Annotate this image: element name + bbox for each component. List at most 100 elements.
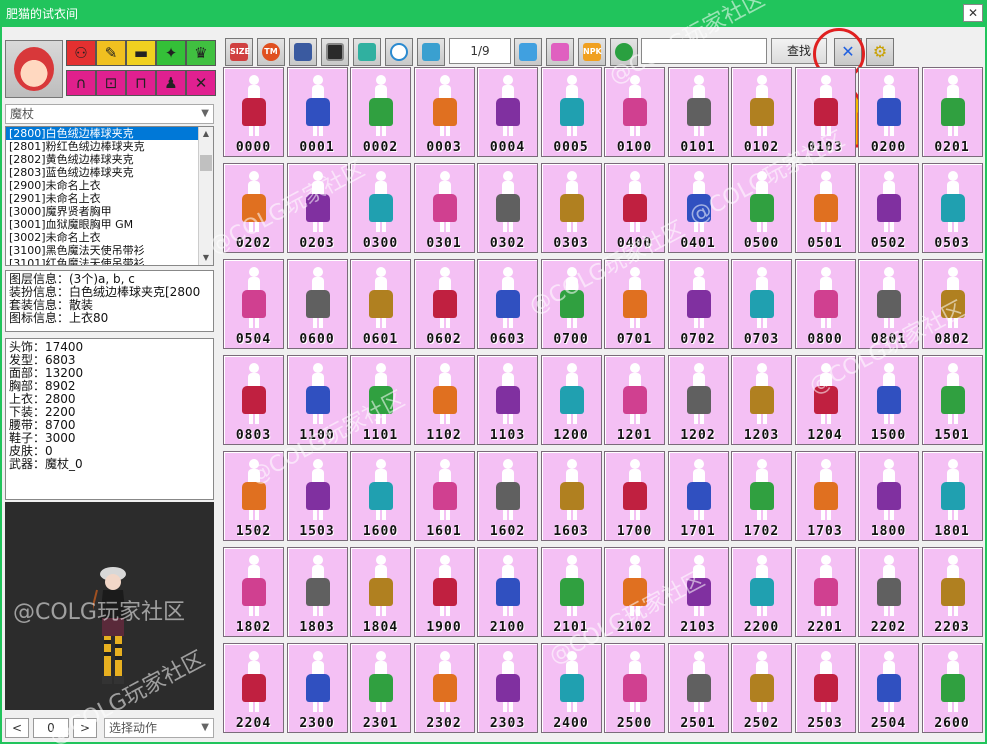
part-button-pants[interactable]: ∩ — [66, 70, 96, 96]
item-cell[interactable]: 1801 — [921, 451, 983, 541]
copy-button[interactable] — [289, 38, 317, 66]
frame-button[interactable] — [321, 38, 349, 66]
list-item[interactable]: [3100]黑色魔法天使吊带衫 — [6, 244, 213, 257]
item-list[interactable]: [2800]白色绒边棒球夹克 [2801]粉红色绒边棒球夹克 [2802]黄色绒边棒… — [5, 126, 214, 266]
item-cell[interactable]: 2400 — [540, 643, 602, 733]
item-cell[interactable]: 0004 — [477, 67, 538, 157]
item-cell[interactable]: 0500 — [731, 163, 792, 253]
item-cell[interactable]: 0502 — [858, 163, 919, 253]
item-cell[interactable]: 0802 — [921, 259, 983, 349]
list-item[interactable]: [3002]未命名上衣 — [6, 231, 213, 244]
item-cell[interactable]: 2600 — [921, 643, 983, 733]
export-button[interactable] — [417, 38, 445, 66]
settings-button[interactable]: ⚙ — [866, 38, 894, 66]
item-cell[interactable]: 2300 — [286, 643, 348, 733]
item-cell[interactable]: 2101 — [540, 547, 602, 637]
item-cell[interactable]: 1602 — [477, 451, 538, 541]
list-item[interactable]: [3101]红色魔法天使吊带衫 — [6, 257, 213, 265]
action-select[interactable]: 选择动作 ▼ — [104, 718, 214, 738]
part-button-weapon[interactable]: ✕ — [186, 70, 216, 96]
item-cell[interactable]: 1803 — [286, 547, 348, 637]
item-cell[interactable]: 0303 — [540, 163, 602, 253]
item-cell[interactable]: 0800 — [794, 259, 856, 349]
item-cell[interactable]: 0702 — [667, 259, 729, 349]
page-indicator[interactable]: 1/9 — [449, 38, 511, 64]
scroll-up-icon[interactable]: ▲ — [199, 127, 213, 141]
item-cell[interactable]: 0400 — [604, 163, 665, 253]
npk-button[interactable]: NPK — [578, 38, 606, 66]
item-cell[interactable]: 1600 — [350, 451, 411, 541]
item-cell[interactable]: 1204 — [794, 355, 856, 445]
part-button-skin[interactable]: ♟ — [156, 70, 186, 96]
list-item[interactable]: [2802]黄色绒边棒球夹克 — [6, 153, 213, 166]
item-cell[interactable]: 2103 — [667, 547, 729, 637]
item-cell[interactable]: 2200 — [731, 547, 792, 637]
item-cell[interactable]: 1702 — [731, 451, 792, 541]
item-cell[interactable]: 1501 — [921, 355, 983, 445]
close-button[interactable]: ✕ — [963, 4, 983, 22]
item-cell[interactable]: 0603 — [477, 259, 538, 349]
item-cell[interactable]: 1802 — [223, 547, 284, 637]
search-input[interactable] — [641, 38, 767, 64]
item-cell[interactable]: 2100 — [477, 547, 538, 637]
item-cell[interactable]: 2203 — [921, 547, 983, 637]
item-cell[interactable]: 0701 — [604, 259, 665, 349]
item-cell[interactable]: 0302 — [477, 163, 538, 253]
part-button-coat[interactable]: ♛ — [186, 40, 216, 66]
item-cell[interactable]: 0005 — [540, 67, 602, 157]
item-cell[interactable]: 1703 — [794, 451, 856, 541]
item-cell[interactable]: 2500 — [604, 643, 665, 733]
character-select-button[interactable] — [5, 40, 63, 98]
item-cell[interactable]: 1900 — [413, 547, 475, 637]
list-item[interactable]: [2800]白色绒边棒球夹克 — [6, 127, 200, 140]
item-cell[interactable]: 0601 — [350, 259, 411, 349]
item-cell[interactable]: 1100 — [286, 355, 348, 445]
part-button-hair[interactable]: ✎ — [96, 40, 126, 66]
item-cell[interactable]: 0602 — [413, 259, 475, 349]
item-cell[interactable]: 0703 — [731, 259, 792, 349]
item-cell[interactable]: 1500 — [858, 355, 919, 445]
list-item[interactable]: [2901]未命名上衣 — [6, 192, 213, 205]
item-cell[interactable]: 0101 — [667, 67, 729, 157]
item-cell[interactable]: 0803 — [223, 355, 284, 445]
item-cell[interactable]: 2504 — [858, 643, 919, 733]
item-cell[interactable]: 0301 — [413, 163, 475, 253]
next-page-button[interactable] — [514, 38, 542, 66]
item-cell[interactable]: 1103 — [477, 355, 538, 445]
item-cell[interactable]: 2303 — [477, 643, 538, 733]
item-cell[interactable]: 0801 — [858, 259, 919, 349]
item-cell[interactable]: 2204 — [223, 643, 284, 733]
item-cell[interactable]: 0300 — [350, 163, 411, 253]
item-cell[interactable]: 1503 — [286, 451, 348, 541]
item-list-scrollbar[interactable]: ▲ ▼ — [198, 127, 213, 265]
item-cell[interactable]: 1603 — [540, 451, 602, 541]
item-cell[interactable]: 1102 — [413, 355, 475, 445]
item-cell[interactable]: 2503 — [794, 643, 856, 733]
part-button-shoes[interactable]: ⊓ — [126, 70, 156, 96]
item-cell[interactable]: 0201 — [921, 67, 983, 157]
item-cell[interactable]: 0600 — [286, 259, 348, 349]
item-cell[interactable]: 1200 — [540, 355, 602, 445]
item-cell[interactable]: 2202 — [858, 547, 919, 637]
item-cell[interactable]: 0002 — [350, 67, 411, 157]
item-cell[interactable]: 0700 — [540, 259, 602, 349]
prev-frame-button[interactable]: < — [5, 718, 29, 738]
item-cell[interactable]: 1101 — [350, 355, 411, 445]
item-cell[interactable]: 2301 — [350, 643, 411, 733]
shirt-button[interactable] — [353, 38, 381, 66]
item-cell[interactable]: 2302 — [413, 643, 475, 733]
scroll-down-icon[interactable]: ▼ — [199, 251, 213, 265]
next-frame-button[interactable]: > — [73, 718, 97, 738]
size-button[interactable]: SIZE — [225, 38, 253, 66]
item-cell[interactable]: 0103 — [794, 67, 856, 157]
part-button-neck[interactable]: ✦ — [156, 40, 186, 66]
item-cell[interactable]: 1202 — [667, 355, 729, 445]
list-item[interactable]: [2900]未命名上衣 — [6, 179, 213, 192]
item-cell[interactable]: 0202 — [223, 163, 284, 253]
item-cell[interactable]: 0102 — [731, 67, 792, 157]
item-cell[interactable]: 1203 — [731, 355, 792, 445]
item-cell[interactable]: 1601 — [413, 451, 475, 541]
item-cell[interactable]: 0100 — [604, 67, 665, 157]
list-item[interactable]: [2801]粉红色绒边棒球夹克 — [6, 140, 213, 153]
item-cell[interactable]: 1701 — [667, 451, 729, 541]
